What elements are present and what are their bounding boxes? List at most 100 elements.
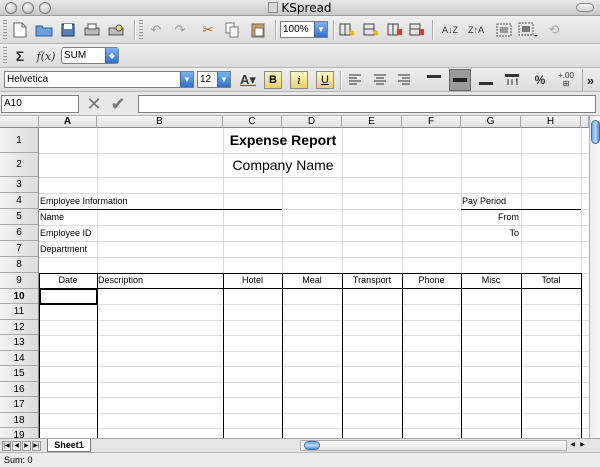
- column-header-g[interactable]: G: [461, 116, 521, 128]
- row-header[interactable]: 8: [0, 257, 39, 273]
- row-header[interactable]: 5: [0, 209, 39, 225]
- column-header-f[interactable]: F: [402, 116, 461, 128]
- insert-column-icon[interactable]: [337, 20, 357, 40]
- recalculate-icon[interactable]: ⟲: [544, 20, 564, 40]
- row-header[interactable]: 15: [0, 366, 39, 382]
- increase-precision-button[interactable]: +.00 ⊞: [556, 70, 576, 90]
- row-header[interactable]: 19: [0, 428, 39, 438]
- name-label[interactable]: Name: [40, 212, 64, 222]
- align-center-icon[interactable]: [370, 70, 390, 90]
- select-all-corner[interactable]: [0, 116, 39, 128]
- last-sheet-arrow-icon[interactable]: ▶|: [32, 441, 41, 451]
- accept-edit-icon[interactable]: ✔: [108, 94, 128, 114]
- row-header[interactable]: 18: [0, 413, 39, 428]
- scroll-left-arrow-icon[interactable]: ◀: [568, 441, 577, 451]
- table-header-misc[interactable]: Misc: [461, 275, 521, 285]
- toolbar-grip[interactable]: [3, 47, 7, 65]
- function-select[interactable]: SUM ◆: [61, 47, 119, 64]
- department-label[interactable]: Department: [40, 244, 87, 254]
- align-top-icon[interactable]: [424, 70, 444, 90]
- table-header-total[interactable]: Total: [521, 275, 581, 285]
- text-color-icon[interactable]: A▾: [238, 70, 258, 90]
- first-sheet-arrow-icon[interactable]: |◀: [2, 441, 11, 451]
- italic-button[interactable]: i: [290, 71, 308, 89]
- column-header-c[interactable]: C: [223, 116, 282, 128]
- row-header[interactable]: 1: [0, 128, 39, 153]
- toolbar-toggle-button[interactable]: [576, 3, 594, 12]
- column-header-e[interactable]: E: [342, 116, 402, 128]
- sheet-tab[interactable]: Sheet1: [47, 439, 91, 452]
- row-header[interactable]: 12: [0, 320, 39, 335]
- cell-reference-field[interactable]: A10: [1, 95, 79, 113]
- selected-cell[interactable]: [39, 288, 98, 305]
- bold-button[interactable]: B: [264, 71, 282, 89]
- autosum-icon[interactable]: Σ: [10, 46, 30, 66]
- employee-info-label[interactable]: Employee Information: [40, 196, 128, 206]
- table-header-date[interactable]: Date: [39, 275, 97, 285]
- employee-id-label[interactable]: Employee ID: [40, 228, 92, 238]
- cancel-edit-icon[interactable]: ✕: [84, 94, 104, 114]
- from-label[interactable]: From: [461, 212, 519, 222]
- company-name[interactable]: Company Name: [223, 157, 343, 173]
- redo-icon[interactable]: ↷: [170, 20, 190, 40]
- insert-function-button[interactable]: f(x): [34, 46, 58, 66]
- font-size-select[interactable]: 12 ▼: [197, 71, 231, 88]
- row-header[interactable]: 13: [0, 335, 39, 351]
- percent-format-button[interactable]: %: [530, 70, 550, 90]
- print-preview-icon[interactable]: [106, 20, 126, 40]
- spreadsheet-grid[interactable]: A B C D E F G H 1 2 3 4 5 6 7 8 9 10 11 …: [0, 116, 589, 438]
- to-label[interactable]: To: [461, 228, 519, 238]
- borders-icon[interactable]: [518, 20, 538, 40]
- underline-button[interactable]: U: [316, 71, 334, 89]
- horizontal-scrollbar[interactable]: [300, 440, 567, 451]
- previous-sheet-arrow-icon[interactable]: ◀: [12, 441, 21, 451]
- delete-row-icon[interactable]: [407, 20, 427, 40]
- row-header[interactable]: 11: [0, 304, 39, 320]
- align-right-icon[interactable]: [394, 70, 414, 90]
- vertical-scrollbar[interactable]: [589, 116, 600, 438]
- align-bottom-icon[interactable]: [476, 70, 496, 90]
- column-header-b[interactable]: B: [97, 116, 223, 128]
- sort-ascending-icon[interactable]: A↓Z: [440, 20, 460, 40]
- column-header-a[interactable]: A: [39, 116, 97, 128]
- toolbar-overflow-button[interactable]: »: [582, 69, 598, 91]
- row-header[interactable]: 7: [0, 241, 39, 257]
- print-icon[interactable]: [82, 20, 102, 40]
- save-icon[interactable]: [58, 20, 78, 40]
- table-header-transport[interactable]: Transport: [342, 275, 402, 285]
- new-document-icon[interactable]: [10, 20, 30, 40]
- report-title[interactable]: Expense Report: [223, 132, 343, 148]
- row-header[interactable]: 17: [0, 397, 39, 413]
- formula-input[interactable]: [138, 95, 596, 113]
- table-header-phone[interactable]: Phone: [402, 275, 461, 285]
- sort-descending-icon[interactable]: Z↑A: [466, 20, 486, 40]
- horizontal-scroll-thumb[interactable]: [304, 441, 320, 450]
- table-header-meal[interactable]: Meal: [282, 275, 342, 285]
- pay-period-label[interactable]: Pay Period: [462, 196, 506, 206]
- next-sheet-arrow-icon[interactable]: ▶: [22, 441, 31, 451]
- font-family-select[interactable]: Helvetica ▼: [4, 71, 194, 88]
- toolbar-grip[interactable]: [3, 20, 7, 40]
- insert-row-icon[interactable]: [361, 20, 381, 40]
- undo-icon[interactable]: ↶: [146, 20, 166, 40]
- column-header-h[interactable]: H: [521, 116, 581, 128]
- copy-icon[interactable]: [222, 20, 242, 40]
- zoom-select[interactable]: 100% ▼: [280, 21, 328, 38]
- vertical-scroll-thumb[interactable]: [591, 120, 600, 144]
- row-header[interactable]: 6: [0, 225, 39, 241]
- column-header-d[interactable]: D: [282, 116, 342, 128]
- align-left-icon[interactable]: [345, 70, 365, 90]
- table-header-hotel[interactable]: Hotel: [223, 275, 282, 285]
- row-header[interactable]: 3: [0, 177, 39, 193]
- row-header[interactable]: 2: [0, 153, 39, 177]
- row-header[interactable]: 16: [0, 382, 39, 397]
- merge-cells-icon[interactable]: [494, 20, 514, 40]
- cut-icon[interactable]: ✂: [198, 20, 218, 40]
- row-header[interactable]: 9: [0, 273, 39, 289]
- align-middle-icon[interactable]: [449, 69, 471, 91]
- open-folder-icon[interactable]: [34, 20, 54, 40]
- toolbar-grip[interactable]: [139, 20, 143, 40]
- row-header[interactable]: 14: [0, 351, 39, 366]
- row-header[interactable]: 4: [0, 193, 39, 209]
- row-header-selected[interactable]: 10: [0, 289, 39, 304]
